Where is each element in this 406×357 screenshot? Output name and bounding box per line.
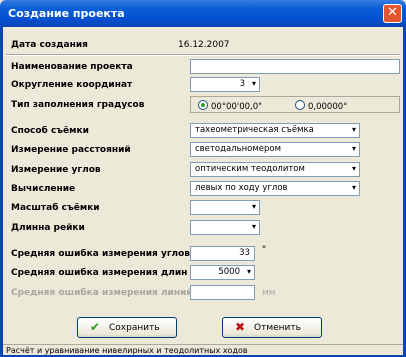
chevron-down-icon: ▾: [351, 125, 356, 134]
chevron-down-icon: ▾: [246, 267, 251, 276]
line-error-label: Средняя ошибка измерения линий: [11, 288, 193, 298]
save-button[interactable]: ✔ Сохранить: [77, 317, 177, 338]
degree-fill-label: Тип заполнения градусов: [11, 100, 145, 110]
rounding-label: Округление координат: [11, 80, 133, 90]
chevron-down-icon: ▾: [251, 79, 256, 88]
window-title: Создание проекта: [8, 7, 125, 20]
radio-unchecked-icon: [295, 100, 305, 110]
close-icon[interactable]: ✕: [383, 4, 402, 23]
divider: [6, 54, 400, 56]
chevron-down-icon: ▾: [351, 144, 356, 153]
calc-select[interactable]: левых по ходу углов ▾: [190, 181, 360, 196]
chevron-down-icon: ▾: [251, 202, 256, 211]
rod-label: Длинна рейки: [11, 223, 85, 233]
angle-error-label: Средняя ошибка измерения углов: [11, 249, 190, 259]
rounding-select[interactable]: 3 ▾: [190, 77, 260, 92]
line-error-input[interactable]: [190, 285, 255, 300]
length-error-select[interactable]: 5000 ▾: [190, 265, 255, 280]
rod-select[interactable]: ▾: [190, 220, 260, 235]
date-value: 16.12.2007: [178, 40, 230, 50]
radio-checked-icon: [198, 100, 208, 110]
survey-method-select[interactable]: тахеометрическая съёмка ▾: [190, 123, 360, 138]
line-error-unit: мм: [262, 288, 276, 298]
distance-select[interactable]: светодальномером ▾: [190, 142, 360, 157]
status-bar: Расчёт и уравнивание нивелирных и теодол…: [3, 344, 403, 355]
chevron-down-icon: ▾: [251, 222, 256, 231]
chevron-down-icon: ▾: [351, 183, 356, 192]
angle-label: Измерение углов: [11, 165, 101, 175]
scale-label: Масштаб съёмки: [11, 203, 100, 213]
length-error-label: Средняя ошибка измерения длин 1:: [11, 268, 201, 278]
cancel-button[interactable]: ✖ Отменить: [222, 317, 322, 338]
calc-label: Вычисление: [11, 184, 76, 194]
project-name-label: Наименование проекта: [11, 62, 133, 72]
angle-error-input[interactable]: 33: [190, 246, 255, 261]
title-bar[interactable]: Создание проекта ✕: [0, 0, 406, 27]
cross-icon: ✖: [235, 320, 246, 334]
checkmark-icon: ✔: [90, 320, 101, 334]
angle-error-unit: ": [262, 245, 267, 255]
project-name-input[interactable]: [190, 59, 400, 74]
survey-method-label: Способ съёмки: [11, 126, 89, 136]
angle-select[interactable]: оптическим теодолитом ▾: [190, 162, 360, 177]
scale-select[interactable]: ▾: [190, 200, 260, 215]
degree-radio-decimal[interactable]: 0,00000°: [295, 100, 347, 112]
create-project-dialog: Создание проекта ✕ Дата создания 16.12.2…: [0, 0, 406, 357]
degree-radio-dms[interactable]: 00°00'00,0": [198, 100, 262, 112]
degree-fill-group: 00°00'00,0" 0,00000°: [190, 96, 400, 113]
distance-label: Измерение расстояний: [11, 145, 131, 155]
date-label: Дата создания: [11, 40, 88, 50]
chevron-down-icon: ▾: [351, 164, 356, 173]
